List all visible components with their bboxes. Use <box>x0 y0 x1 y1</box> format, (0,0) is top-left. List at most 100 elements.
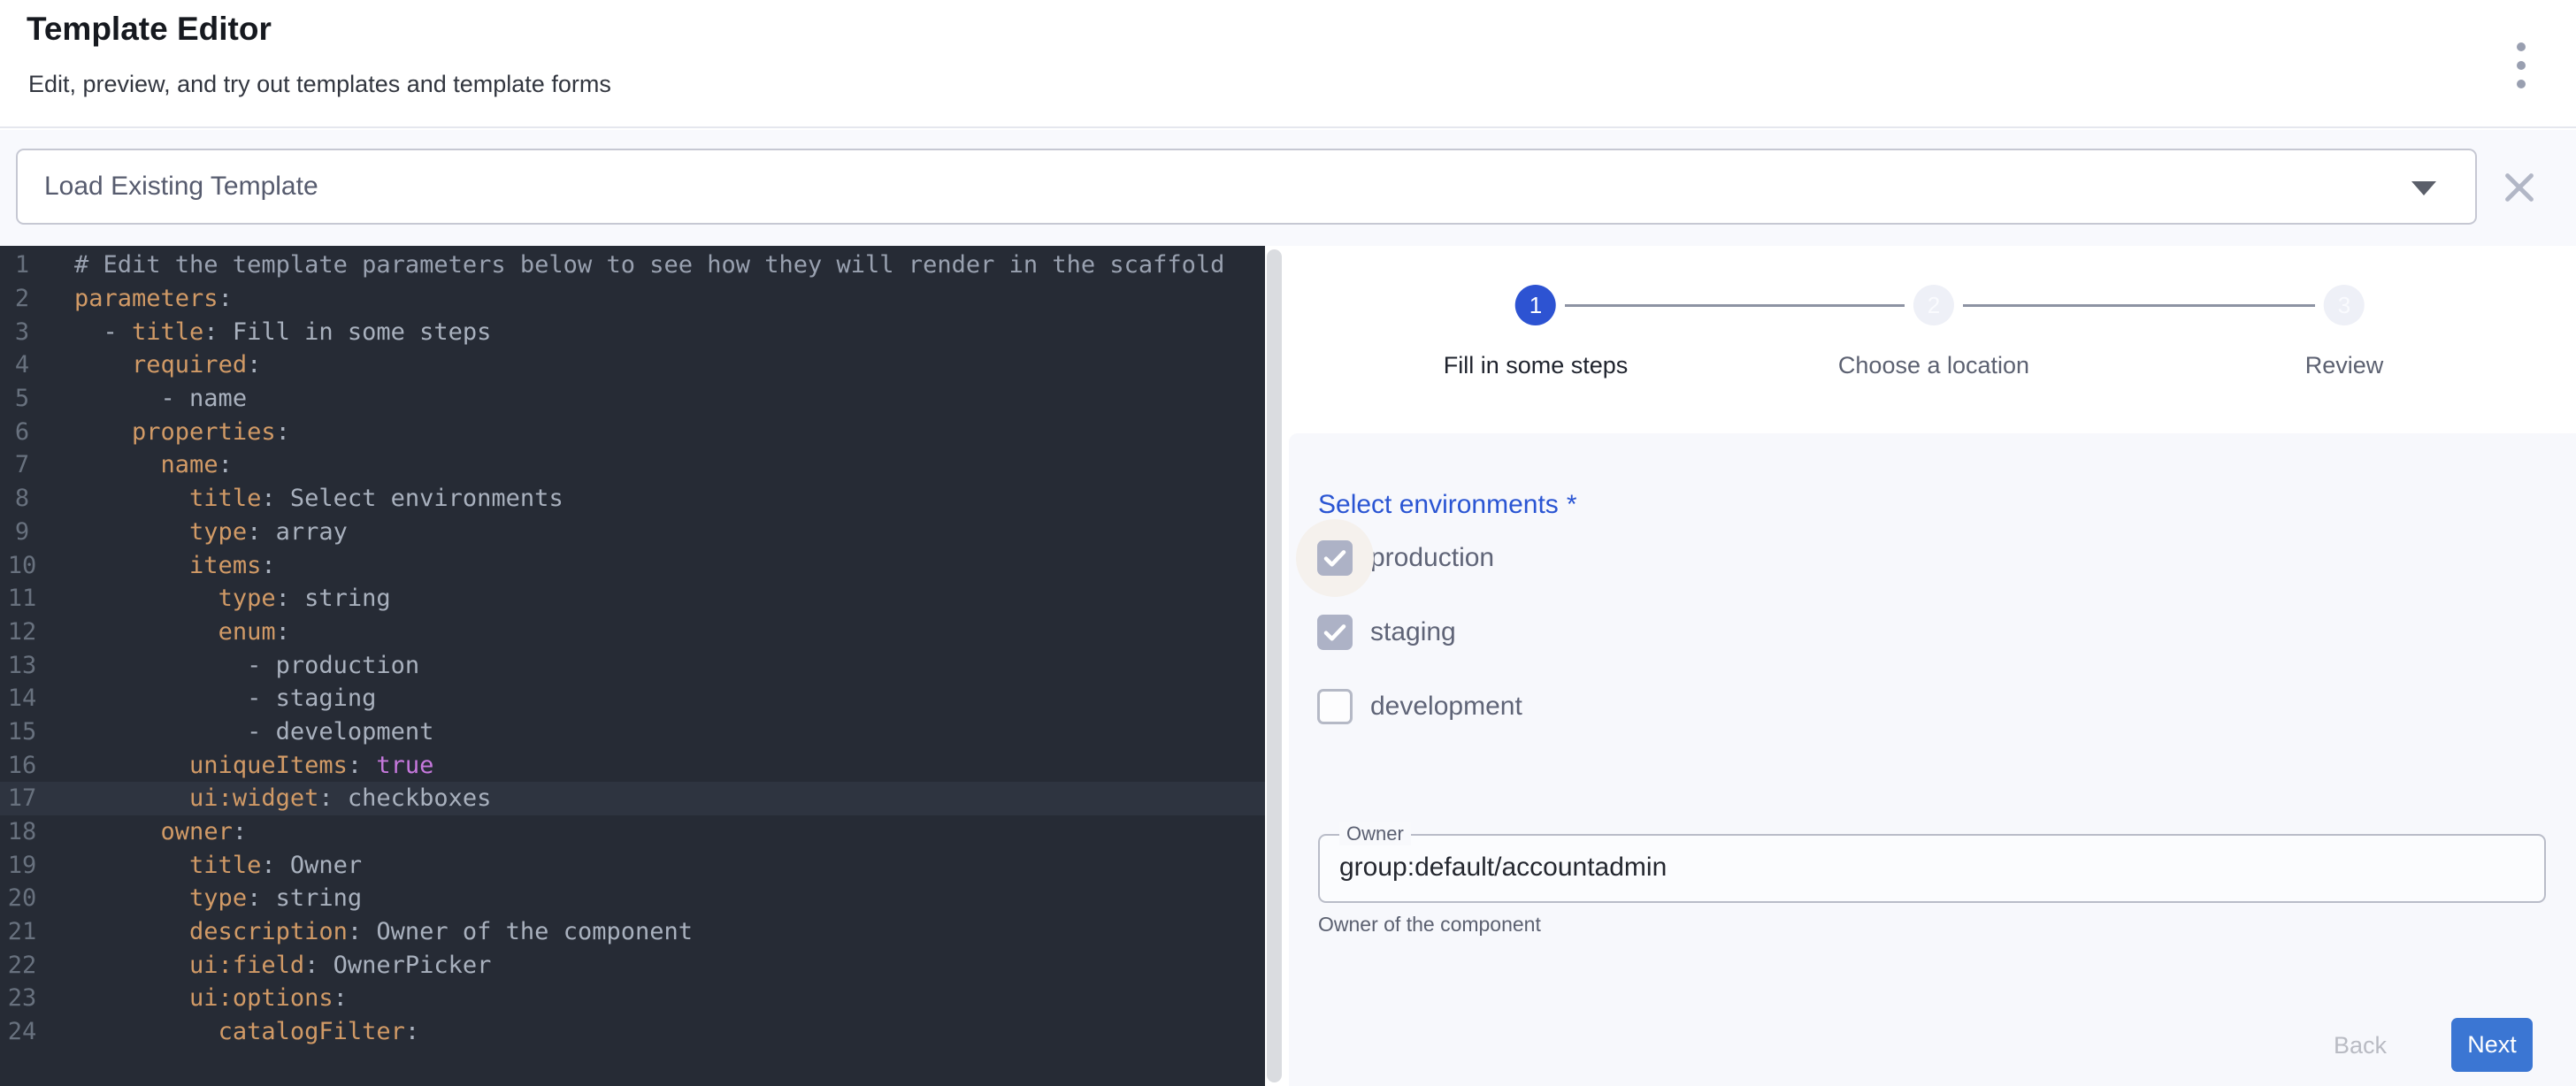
code-line: 22 ui:field: OwnerPicker <box>0 948 1265 982</box>
code-line-text: name: <box>44 451 233 478</box>
code-token: ui:field <box>189 952 304 979</box>
code-line-text: type: array <box>44 518 348 546</box>
checkbox-staging[interactable] <box>1317 615 1353 650</box>
code-line-text: # Edit the template parameters below to … <box>44 251 1224 279</box>
owner-field-label: Owner <box>1339 822 1411 845</box>
code-token: Select environments <box>290 485 564 512</box>
code-line: 7 name: <box>0 448 1265 482</box>
next-button[interactable]: Next <box>2451 1018 2533 1072</box>
code-token: uniqueItems <box>189 752 348 779</box>
code-line: 12 enum: <box>0 616 1265 649</box>
check-icon <box>1321 618 1349 646</box>
code-token: catalogFilter <box>218 1018 405 1045</box>
code-line-text: ui:options: <box>44 984 348 1012</box>
code-token: : <box>218 285 233 312</box>
code-line-text: ui:field: OwnerPicker <box>44 952 491 979</box>
line-number: 18 <box>0 818 44 845</box>
code-line-text: type: string <box>44 884 362 912</box>
code-line-text: required: <box>44 351 261 379</box>
code-line: 4 required: <box>0 348 1265 382</box>
code-token <box>74 485 189 512</box>
code-line-text: ui:widget: checkboxes <box>44 784 491 812</box>
code-token: checkboxes <box>348 784 492 812</box>
code-line-text: - staging <box>44 684 376 712</box>
back-button[interactable]: Back <box>2303 1021 2418 1070</box>
code-line-text: catalogFilter: <box>44 1018 419 1045</box>
code-token <box>74 984 189 1012</box>
dropdown-arrow-icon <box>2411 181 2436 195</box>
code-token <box>74 784 189 812</box>
code-line-text: - production <box>44 652 419 679</box>
code-token <box>74 518 189 546</box>
step-label: Choose a location <box>1838 352 2029 379</box>
code-line-text: owner: <box>44 818 247 845</box>
stepper-step[interactable]: 1 Fill in some steps <box>1444 285 1629 379</box>
code-token: : <box>348 918 377 945</box>
owner-field-value: group:default/accountadmin <box>1339 853 1667 883</box>
owner-helper-text: Owner of the component <box>1318 913 1541 937</box>
code-token: name <box>161 451 218 478</box>
code-line: 14 - staging <box>0 682 1265 715</box>
code-token: development <box>276 718 434 746</box>
code-token <box>74 1018 218 1045</box>
code-token <box>74 451 161 478</box>
code-token: true <box>376 752 433 779</box>
code-token <box>74 618 218 646</box>
code-line-text: - development <box>44 718 433 746</box>
code-editor[interactable]: 1# Edit the template parameters below to… <box>0 246 1265 1086</box>
code-token: properties <box>132 418 276 446</box>
code-line-text: type: string <box>44 585 391 612</box>
code-token: staging <box>276 684 377 712</box>
line-number: 4 <box>0 351 44 379</box>
code-token: OwnerPicker <box>334 952 492 979</box>
more-options-button[interactable] <box>2493 37 2549 94</box>
step-label: Fill in some steps <box>1444 352 1629 379</box>
close-icon <box>2499 167 2540 208</box>
line-number: 12 <box>0 618 44 646</box>
code-token: : <box>276 585 305 612</box>
code-token: # Edit the template parameters below to … <box>74 251 1224 279</box>
code-line-text: title: Owner <box>44 852 362 879</box>
code-token: production <box>276 652 420 679</box>
code-token: - <box>74 652 276 679</box>
code-token: : <box>247 351 261 379</box>
code-line: 9 type: array <box>0 516 1265 549</box>
code-token: title <box>189 852 261 879</box>
checkbox-development[interactable] <box>1317 689 1353 724</box>
load-existing-template-select[interactable]: Load Existing Template <box>16 149 2477 225</box>
code-token: : <box>218 451 233 478</box>
code-line: 16 uniqueItems: true <box>0 748 1265 782</box>
code-token <box>74 918 189 945</box>
code-token <box>74 752 189 779</box>
load-template-bar: Load Existing Template <box>0 130 2576 246</box>
code-line: 23 ui:options: <box>0 982 1265 1015</box>
code-token <box>74 351 132 379</box>
code-token: description <box>189 918 348 945</box>
step-label: Review <box>2305 352 2384 379</box>
code-token <box>74 818 161 845</box>
editor-scrollbar[interactable] <box>1267 249 1282 1082</box>
code-line: 10 items: <box>0 548 1265 582</box>
line-number: 16 <box>0 752 44 779</box>
stepper-step[interactable]: 3Review <box>2305 285 2384 379</box>
checkbox-label: production <box>1370 543 1494 573</box>
code-line-text: items: <box>44 552 276 579</box>
code-token: type <box>218 585 276 612</box>
code-token: : <box>318 784 348 812</box>
code-token: title <box>189 485 261 512</box>
line-number: 9 <box>0 518 44 546</box>
code-token <box>74 552 189 579</box>
line-number: 19 <box>0 852 44 879</box>
code-token: parameters <box>74 285 218 312</box>
step-number-badge: 1 <box>1515 285 1556 325</box>
checkbox-production[interactable] <box>1317 540 1353 576</box>
code-token: ui:options <box>189 984 334 1012</box>
checkbox-row: staging <box>1289 614 1456 651</box>
stepper-step[interactable]: 2Choose a location <box>1838 285 2029 379</box>
code-token: : <box>247 518 276 546</box>
close-button[interactable] <box>2493 161 2546 214</box>
code-token: string <box>276 884 363 912</box>
code-token: - <box>74 718 276 746</box>
line-number: 23 <box>0 984 44 1012</box>
owner-input[interactable]: Owner group:default/accountadmin <box>1318 834 2546 903</box>
